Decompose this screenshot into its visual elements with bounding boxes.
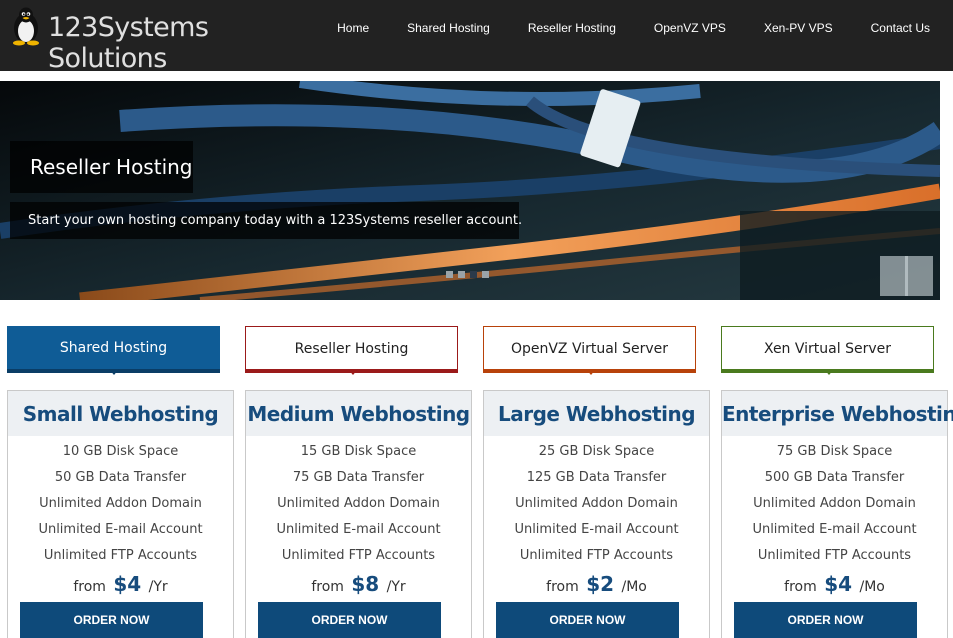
price-prefix: from — [311, 579, 344, 595]
nav-shared-hosting[interactable]: Shared Hosting — [407, 21, 490, 35]
nav-xen-pv-vps[interactable]: Xen-PV VPS — [764, 21, 833, 35]
plan-feature: Unlimited Addon Domain — [515, 496, 678, 511]
plan-feature: 15 GB Disk Space — [300, 444, 417, 459]
plan-feature: 10 GB Disk Space — [62, 444, 179, 459]
plan-feature: Unlimited Addon Domain — [39, 496, 202, 511]
price-amount: $4 — [113, 572, 142, 596]
plan-name: Large Webhosting — [484, 391, 709, 436]
nav-contact-us[interactable]: Contact Us — [871, 21, 930, 35]
plan-feature: 75 GB Data Transfer — [292, 470, 425, 485]
price-amount: $8 — [351, 572, 380, 596]
plan-features: 15 GB Disk Space 75 GB Data Transfer Unl… — [246, 439, 471, 569]
price-amount: $4 — [824, 572, 853, 596]
plan-feature: 125 GB Data Transfer — [526, 470, 667, 485]
plan-feature: 25 GB Disk Space — [538, 444, 655, 459]
tab-shared-hosting[interactable]: Shared Hosting — [7, 326, 220, 375]
plan-feature: Unlimited FTP Accounts — [519, 548, 674, 563]
logo-text: 123Systems Solutions — [48, 12, 209, 74]
slider-dot-2[interactable] — [458, 271, 465, 278]
plan-card-small: Small Webhosting 10 GB Disk Space 50 GB … — [7, 390, 234, 638]
plan-card-medium: Medium Webhosting 15 GB Disk Space 75 GB… — [245, 390, 472, 638]
main-nav: Home Shared Hosting Reseller Hosting Ope… — [337, 0, 953, 56]
plan-features: 25 GB Disk Space 125 GB Data Transfer Un… — [484, 439, 709, 569]
price-period: /Mo — [859, 579, 885, 595]
plan-card-large: Large Webhosting 25 GB Disk Space 125 GB… — [483, 390, 710, 638]
tab-openvz-virtual-server[interactable]: OpenVZ Virtual Server — [483, 326, 696, 375]
hero-title: Reseller Hosting — [10, 141, 193, 193]
plan-feature: Unlimited Addon Domain — [753, 496, 916, 511]
tab-arrow-icon — [109, 369, 119, 375]
plan-price: from $2 /Mo — [484, 572, 709, 600]
price-period: /Yr — [386, 579, 406, 595]
slider-dots — [446, 271, 494, 278]
plan-price: from $8 /Yr — [246, 572, 471, 600]
tab-arrow-icon — [348, 369, 358, 375]
penguin-logo-icon — [13, 7, 39, 46]
plan-feature: Unlimited E-mail Account — [276, 522, 441, 537]
tab-arrow-icon — [586, 369, 596, 375]
nav-reseller-hosting[interactable]: Reseller Hosting — [528, 21, 616, 35]
hero-subtitle: Start your own hosting company today wit… — [10, 202, 522, 239]
order-now-button[interactable]: ORDER NOW — [496, 602, 679, 638]
price-prefix: from — [784, 579, 817, 595]
plan-feature: Unlimited FTP Accounts — [757, 548, 912, 563]
order-now-button[interactable]: ORDER NOW — [734, 602, 917, 638]
order-now-button[interactable]: ORDER NOW — [258, 602, 441, 638]
plan-feature: Unlimited E-mail Account — [38, 522, 203, 537]
tab-label: Shared Hosting — [59, 340, 168, 356]
plan-feature: 500 GB Data Transfer — [764, 470, 905, 485]
price-period: /Yr — [148, 579, 168, 595]
plan-feature: Unlimited E-mail Account — [514, 522, 679, 537]
tab-label: Xen Virtual Server — [763, 341, 891, 357]
order-now-button[interactable]: ORDER NOW — [20, 602, 203, 638]
plan-feature: 75 GB Disk Space — [776, 444, 893, 459]
tab-xen-virtual-server[interactable]: Xen Virtual Server — [721, 326, 934, 375]
plan-feature: Unlimited FTP Accounts — [281, 548, 436, 563]
slider-dot-1[interactable] — [446, 271, 453, 278]
tab-arrow-icon — [824, 369, 834, 375]
plan-price: from $4 /Mo — [722, 572, 947, 600]
nav-home[interactable]: Home — [337, 21, 369, 35]
price-prefix: from — [546, 579, 579, 595]
hero-slider: Reseller Hosting Start your own hosting … — [0, 81, 940, 300]
price-prefix: from — [73, 579, 106, 595]
plan-feature: Unlimited Addon Domain — [277, 496, 440, 511]
plan-name: Medium Webhosting — [246, 391, 471, 436]
price-amount: $2 — [586, 572, 615, 596]
plan-feature: Unlimited E-mail Account — [752, 522, 917, 537]
price-period: /Mo — [621, 579, 647, 595]
slider-dot-4[interactable] — [482, 271, 489, 278]
site-header: 123Systems Solutions Home Shared Hosting… — [0, 0, 953, 74]
nav-openvz-vps[interactable]: OpenVZ VPS — [654, 21, 726, 35]
tab-label: Reseller Hosting — [294, 341, 409, 357]
plan-feature: 50 GB Data Transfer — [54, 470, 187, 485]
tab-reseller-hosting[interactable]: Reseller Hosting — [245, 326, 458, 375]
plan-price: from $4 /Yr — [8, 572, 233, 600]
plan-features: 75 GB Disk Space 500 GB Data Transfer Un… — [722, 439, 947, 569]
plan-name: Enterprise Webhosting — [722, 391, 953, 436]
plan-feature: Unlimited FTP Accounts — [43, 548, 198, 563]
plan-name: Small Webhosting — [8, 391, 233, 436]
slider-dot-3[interactable] — [470, 271, 477, 278]
plan-features: 10 GB Disk Space 50 GB Data Transfer Unl… — [8, 439, 233, 569]
site-logo[interactable]: 123Systems Solutions — [8, 6, 298, 74]
plan-card-enterprise: Enterprise Webhosting 75 GB Disk Space 5… — [721, 390, 953, 638]
tab-label: OpenVZ Virtual Server — [510, 341, 669, 357]
